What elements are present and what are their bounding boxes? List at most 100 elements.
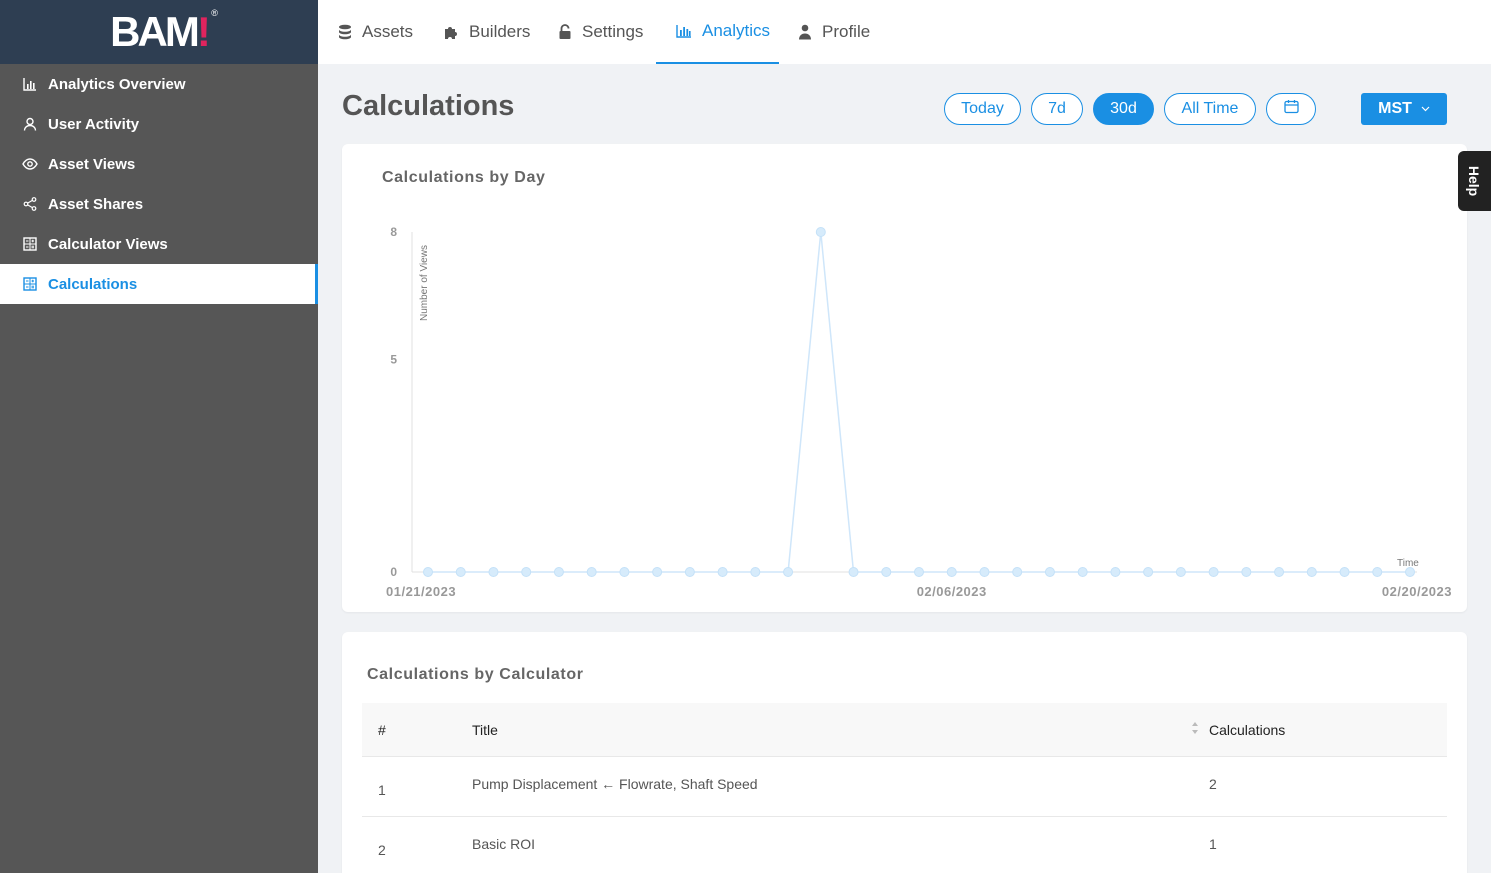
- help-button[interactable]: Help: [1458, 151, 1491, 211]
- tab-assets[interactable]: Assets: [338, 0, 413, 64]
- share-icon: [22, 196, 38, 212]
- sidebar-item-label: User Activity: [48, 115, 140, 133]
- x-tick-label: 02/06/2023: [917, 584, 987, 599]
- row-number: 2: [378, 841, 386, 858]
- row-calculations: 2: [1209, 775, 1217, 792]
- sidebar-item-label: Analytics Overview: [48, 75, 186, 93]
- puzzle-icon: [443, 24, 459, 40]
- range-7d-button[interactable]: 7d: [1031, 93, 1083, 125]
- data-point[interactable]: [1241, 567, 1252, 577]
- data-point[interactable]: [815, 227, 826, 237]
- logo-bang: !: [196, 8, 211, 55]
- bar-chart-icon: [22, 76, 38, 92]
- tab-label: Assets: [362, 22, 414, 41]
- series-line: [428, 231, 1410, 573]
- column-header-title[interactable]: Title: [472, 721, 1209, 738]
- timezone-dropdown[interactable]: MST: [1361, 93, 1447, 125]
- brand-header: BAM! ®: [0, 0, 318, 64]
- data-point[interactable]: [979, 567, 990, 577]
- person-icon: [798, 24, 812, 40]
- data-point[interactable]: [914, 567, 924, 577]
- tab-settings[interactable]: Settings: [558, 0, 643, 64]
- sidebar-item-label: Calculations: [48, 275, 138, 293]
- y-tick-label: 5: [390, 353, 397, 367]
- data-point[interactable]: [1339, 567, 1350, 577]
- x-tick-label: 01/21/2023: [386, 584, 456, 599]
- sidebar-item-user-activity[interactable]: User Activity: [0, 104, 318, 144]
- sidebar: BAM! ® Analytics Overview User Activity …: [0, 0, 318, 873]
- data-point[interactable]: [488, 567, 499, 577]
- data-point[interactable]: [1077, 567, 1088, 577]
- data-point[interactable]: [619, 567, 630, 577]
- page-title: Calculations: [342, 90, 515, 122]
- data-point[interactable]: [1274, 567, 1285, 577]
- tab-label: Settings: [582, 22, 644, 41]
- database-icon: [338, 24, 352, 40]
- data-point[interactable]: [1175, 567, 1186, 577]
- data-point[interactable]: [881, 567, 892, 577]
- table-row[interactable]: 1 Pump Displacement ← Flowrate, Shaft Sp…: [362, 757, 1447, 817]
- data-point[interactable]: [1110, 567, 1121, 577]
- sort-icon[interactable]: [1191, 721, 1199, 738]
- date-picker-button[interactable]: [1266, 93, 1316, 125]
- tab-label: Builders: [469, 22, 531, 41]
- calculator-icon: [22, 276, 38, 292]
- row-calculations: 1: [1209, 835, 1217, 852]
- data-point[interactable]: [1208, 567, 1219, 577]
- data-point[interactable]: [717, 567, 728, 577]
- calendar-icon: [1283, 99, 1299, 119]
- bam-logo[interactable]: BAM! ®: [110, 8, 218, 55]
- data-point[interactable]: [946, 567, 957, 577]
- eye-icon: [22, 156, 38, 172]
- y-tick-label: 0: [390, 565, 397, 579]
- x-axis-label: Time: [1397, 558, 1419, 569]
- line-chart: Number of Views Time 0 5 8 01/21/2023 02/06…: [386, 225, 1452, 599]
- row-title: Pump Displacement ← Flowrate, Shaft Spee…: [472, 775, 758, 792]
- data-point[interactable]: [1143, 567, 1154, 577]
- calculations-by-day-card: Calculations by Day Number of Views Time…: [342, 144, 1467, 612]
- sidebar-item-analytics-overview[interactable]: Analytics Overview: [0, 64, 318, 104]
- data-point[interactable]: [1012, 567, 1023, 577]
- column-header-number: #: [378, 721, 386, 738]
- sidebar-item-asset-views[interactable]: Asset Views: [0, 144, 318, 184]
- tab-analytics[interactable]: Analytics: [656, 0, 779, 64]
- lock-icon: [558, 24, 572, 40]
- table-title: Calculations by Calculator: [367, 666, 584, 683]
- tab-builders[interactable]: Builders: [443, 0, 530, 64]
- logo-registered: ®: [211, 8, 218, 18]
- user-icon: [22, 116, 38, 132]
- data-point[interactable]: [1044, 567, 1055, 577]
- x-tick-label: 02/20/2023: [1382, 584, 1452, 599]
- data-point[interactable]: [455, 567, 466, 577]
- tab-label: Profile: [822, 22, 871, 41]
- column-header-calculations: Calculations: [1209, 721, 1286, 738]
- data-point[interactable]: [783, 567, 794, 577]
- sidebar-item-calculator-views[interactable]: Calculator Views: [0, 224, 318, 264]
- range-today-button[interactable]: Today: [944, 93, 1021, 125]
- tab-label: Analytics: [702, 21, 771, 40]
- sidebar-item-calculations[interactable]: Calculations: [0, 264, 318, 304]
- calculations-table: # Title Calculations 1 Pump Displacement…: [362, 703, 1447, 873]
- range-30d-button[interactable]: 30d: [1093, 93, 1154, 125]
- y-tick-label: 8: [390, 225, 397, 239]
- sidebar-item-asset-shares[interactable]: Asset Shares: [0, 184, 318, 224]
- data-point[interactable]: [521, 567, 532, 577]
- data-point[interactable]: [1372, 567, 1383, 577]
- table-row[interactable]: 2 Basic ROI 1: [362, 817, 1447, 873]
- tab-profile[interactable]: Profile: [798, 0, 870, 64]
- sidebar-item-label: Asset Views: [48, 155, 136, 173]
- table-header: # Title Calculations: [362, 703, 1447, 757]
- logo-text: BAM: [110, 8, 200, 55]
- data-point[interactable]: [586, 567, 597, 577]
- data-point[interactable]: [684, 567, 695, 577]
- data-point[interactable]: [1306, 567, 1317, 577]
- data-point[interactable]: [423, 567, 433, 577]
- data-point[interactable]: [1405, 567, 1415, 577]
- data-point[interactable]: [848, 567, 859, 577]
- range-all-time-button[interactable]: All Time: [1164, 93, 1256, 125]
- data-point[interactable]: [652, 567, 663, 577]
- data-point[interactable]: [750, 567, 761, 577]
- data-point[interactable]: [553, 567, 564, 577]
- calculator-icon: [22, 236, 38, 252]
- timezone-value: MST: [1378, 100, 1412, 117]
